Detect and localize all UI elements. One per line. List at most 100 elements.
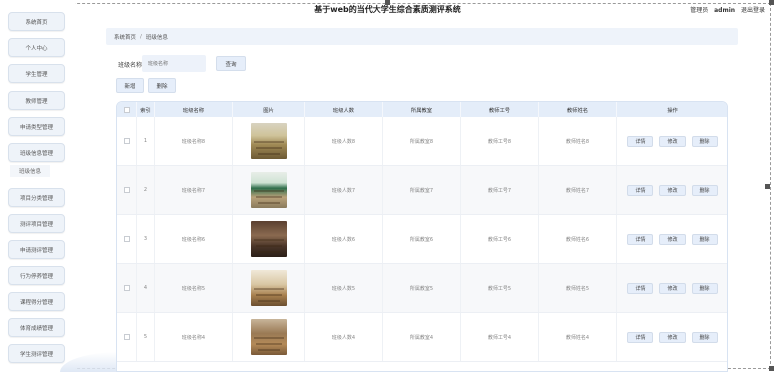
cell-photo [233,117,305,165]
row-checkbox[interactable] [123,187,130,193]
col-index: 索引 [137,102,155,117]
logout-link[interactable]: 退出登录 [741,7,765,14]
cell-photo [233,166,305,214]
cell-class-size: 班级人数4 [305,313,383,361]
select-all-cell [117,102,137,117]
delete-button[interactable]: 删除 [691,135,718,147]
add-button[interactable]: 新增 [116,78,144,93]
sidebar-subitem-class-info[interactable]: 班级信息 [10,165,50,177]
cell-actions: 详情 修改 删除 [617,313,727,361]
cell-class-size: 班级人数5 [305,264,383,312]
sidebar-item-apply-eval[interactable]: 申请测评管理 [8,240,65,259]
sidebar-item-home[interactable]: 系统首页 [8,12,65,31]
sidebar-item-student-eval[interactable]: 学生测评管理 [8,344,65,363]
sidebar-item-students[interactable]: 学生管理 [8,64,65,83]
edit-button[interactable]: 修改 [659,135,686,147]
photo-detail [253,239,284,241]
delete-button[interactable]: 删除 [691,282,718,294]
photo-detail [257,202,280,204]
cell-teacher-name: 教师姓名7 [539,166,617,214]
photo-detail [253,190,284,192]
photo-detail [253,141,284,143]
breadcrumb-separator: / [140,33,142,40]
cell-teacher-name: 教师姓名6 [539,215,617,263]
cell-teacher-id: 教师工号6 [461,215,539,263]
sidebar-item-pe-scores[interactable]: 体育成绩管理 [8,318,65,337]
classroom-photo[interactable] [250,123,287,159]
row-checkbox[interactable] [123,236,130,242]
edit-button[interactable]: 修改 [659,282,686,294]
delete-button[interactable]: 删除 [691,233,718,245]
cell-index: 5 [137,313,155,361]
sidebar-item-class-info[interactable]: 班级信息管理 [8,143,65,162]
cell-classroom: 所属教室5 [383,264,461,312]
resize-handle[interactable] [765,184,770,189]
cell-actions: 详情 修改 删除 [617,117,727,165]
delete-button[interactable]: 删除 [691,331,718,343]
photo-detail [255,147,282,149]
detail-button[interactable]: 详情 [627,331,654,343]
cell-class-name: 班级名称4 [155,313,233,361]
col-class-size: 班级人数 [305,102,383,117]
edit-button[interactable]: 修改 [659,331,686,343]
user-area: 管理员 admin 退出登录 [686,5,765,14]
classroom-photo[interactable] [250,172,287,208]
classroom-photo[interactable] [250,319,287,355]
sidebar-item-eval-projects[interactable]: 测评项目管理 [8,214,65,233]
detail-button[interactable]: 详情 [627,135,654,147]
cell-photo [233,215,305,263]
sidebar-item-course-scores[interactable]: 课程得分管理 [8,292,65,311]
edit-button[interactable]: 修改 [659,233,686,245]
cell-index: 4 [137,264,155,312]
photo-detail [255,294,282,296]
photo-detail [257,349,280,351]
cell-classroom: 所属教室6 [383,215,461,263]
cell-class-name: 班级名称5 [155,264,233,312]
classroom-photo[interactable] [250,270,287,306]
cell-class-name: 班级名称6 [155,215,233,263]
cell-teacher-id: 教师工号8 [461,117,539,165]
cell-index: 1 [137,117,155,165]
query-button[interactable]: 查询 [216,56,246,71]
table-row: 1 班级名称8 班级人数8 所属教室8 教师工号8 教师姓名8 详情 修改 删除 [117,117,727,166]
detail-button[interactable]: 详情 [627,233,654,245]
breadcrumb: 系统首页 / 班级信息 [106,28,738,45]
photo-detail [253,337,284,339]
sidebar-item-apply-types[interactable]: 申请类型管理 [8,117,65,136]
class-name-search-input[interactable] [142,55,206,72]
select-all-checkbox[interactable] [123,106,130,113]
breadcrumb-home[interactable]: 系统首页 [114,33,136,41]
site-title: 基于web的当代大学生综合素质测评系统 [314,5,461,14]
delete-button[interactable]: 删除 [691,184,718,196]
sidebar-item-behavior[interactable]: 行为停养管理 [8,266,65,285]
cell-classroom: 所属教室4 [383,313,461,361]
detail-button[interactable]: 详情 [627,184,654,196]
username: admin [714,7,736,14]
cell-photo [233,313,305,361]
cell-class-size: 班级人数7 [305,166,383,214]
cell-teacher-name: 教师姓名4 [539,313,617,361]
row-checkbox[interactable] [123,285,130,291]
batch-delete-button[interactable]: 删除 [148,78,176,93]
table-header: 索引 班级名称 图片 班级人数 所属教室 教师工号 教师姓名 操作 [117,102,727,117]
sidebar-item-project-categories[interactable]: 项目分类管理 [8,188,65,207]
resize-handle[interactable] [769,366,774,371]
sidebar: 系统首页 个人中心 学生管理 教师管理 申请类型管理 班级信息管理 班级信息 项… [0,0,75,372]
classroom-photo[interactable] [250,221,287,257]
sidebar-item-teachers[interactable]: 教师管理 [8,91,65,110]
row-checkbox[interactable] [123,334,130,340]
cell-teacher-id: 教师工号4 [461,313,539,361]
cell-classroom: 所属教室8 [383,117,461,165]
breadcrumb-current: 班级信息 [145,34,168,41]
edit-button[interactable]: 修改 [659,184,686,196]
detail-button[interactable]: 详情 [627,282,654,294]
row-checkbox[interactable] [123,138,130,144]
table-row: 5 班级名称4 班级人数4 所属教室4 教师工号4 教师姓名4 详情 修改 删除 [117,313,727,362]
select-cell [117,166,137,214]
sidebar-item-profile[interactable]: 个人中心 [8,38,65,57]
col-class-name: 班级名称 [155,102,233,117]
cell-class-name: 班级名称7 [155,166,233,214]
select-cell [117,215,137,263]
photo-detail [255,343,282,345]
photo-detail [257,251,280,253]
